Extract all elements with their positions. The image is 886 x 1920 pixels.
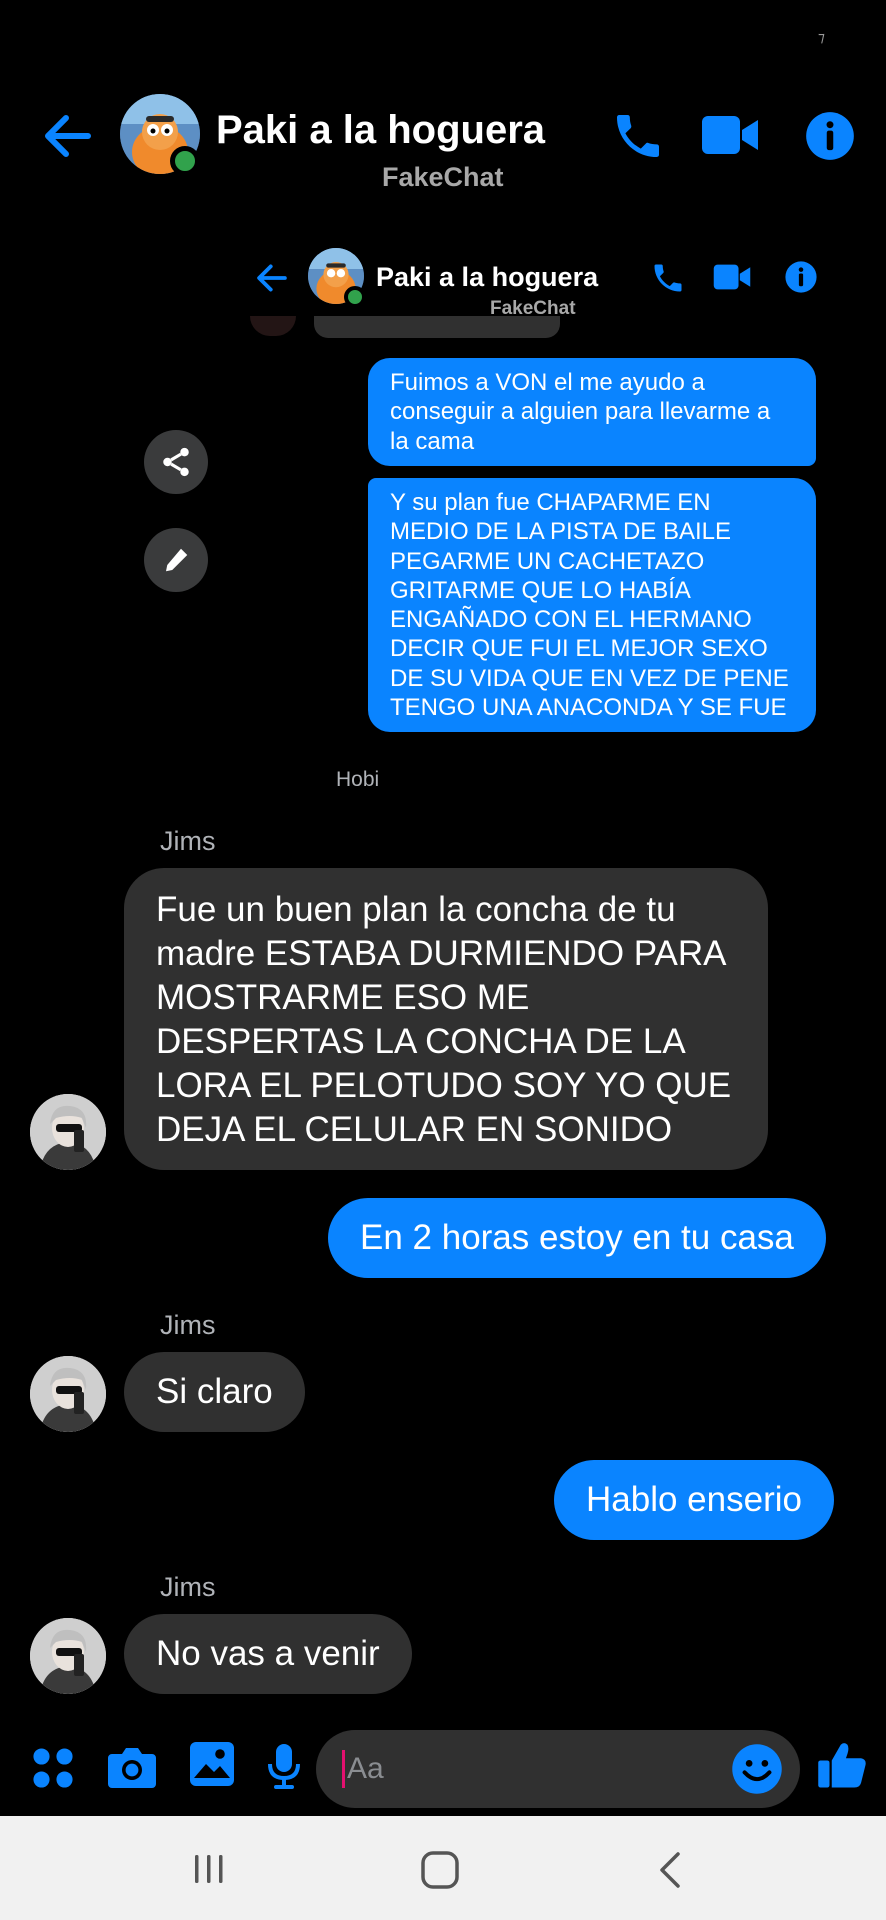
conversation-title[interactable]: Paki a la hoguera [216, 108, 545, 153]
embedded-cut-bubble [314, 316, 560, 338]
message-bubble-incoming[interactable]: Si claro [124, 1352, 305, 1432]
phone-icon [654, 264, 682, 292]
gallery-button[interactable] [188, 1740, 236, 1788]
gallery-icon [190, 1742, 234, 1786]
camera-icon [108, 1748, 156, 1788]
info-icon [806, 112, 854, 160]
share-icon [163, 447, 189, 477]
back-button[interactable] [40, 108, 96, 164]
embedded-online-dot [344, 286, 366, 308]
voice-call-button[interactable] [610, 108, 666, 164]
avatar-image [30, 1094, 106, 1170]
message-bubble-outgoing[interactable]: Hablo enserio [554, 1460, 834, 1540]
microphone-button[interactable] [266, 1742, 302, 1790]
embedded-phone [650, 260, 686, 296]
message-input-placeholder: Aa [347, 1752, 384, 1785]
share-button[interactable] [144, 430, 208, 494]
camera-button[interactable] [106, 1744, 158, 1790]
video-call-button[interactable] [700, 112, 760, 158]
sender-avatar[interactable] [30, 1356, 106, 1432]
pencil-icon [166, 548, 188, 572]
sender-name: Jims [160, 1310, 216, 1340]
sender-avatar[interactable] [30, 1094, 106, 1170]
video-camera-icon [713, 264, 751, 290]
embedded-info [784, 260, 818, 294]
microphone-icon [268, 1744, 300, 1789]
sender-name: Jims [160, 1572, 216, 1602]
video-camera-icon [702, 116, 758, 154]
message-bubble-incoming[interactable]: No vas a venir [124, 1614, 412, 1694]
avatar-image [30, 1356, 106, 1432]
conversation-subtitle: FakeChat [382, 162, 504, 192]
home-button[interactable] [420, 1850, 460, 1890]
embedded-back-arrow [254, 260, 290, 296]
embedded-caption: Hobi [336, 768, 380, 791]
message-input[interactable]: Aa [316, 1730, 800, 1808]
message-bubble-incoming[interactable]: Fue un buen plan la concha de tu madre E… [124, 868, 768, 1170]
embedded-video [712, 262, 752, 292]
recent-apps-icon [195, 1855, 223, 1883]
home-icon [421, 1851, 459, 1889]
nav-back-icon [660, 1852, 680, 1888]
avatar-image [30, 1618, 106, 1694]
emoji-icon [732, 1744, 782, 1794]
like-button[interactable] [816, 1738, 870, 1792]
info-icon [785, 261, 817, 293]
apps-icon [33, 1748, 73, 1788]
message-bubble-outgoing[interactable]: Fuimos a VON el me ayudo a conseguir a a… [368, 358, 816, 466]
system-back-button[interactable] [654, 1850, 688, 1890]
message-bubble-outgoing[interactable]: Y su plan fue CHAPARME EN MEDIO DE LA PI… [368, 478, 816, 733]
phone-icon [617, 115, 659, 157]
edit-button[interactable] [144, 528, 208, 592]
back-arrow-icon [45, 115, 91, 157]
embedded-cut-avatar [250, 316, 296, 336]
emoji-button[interactable] [730, 1742, 784, 1796]
online-status-dot [170, 146, 200, 176]
thumbs-up-icon [818, 1743, 866, 1788]
text-caret [342, 1750, 345, 1788]
apps-button[interactable] [30, 1745, 76, 1791]
message-bubble-outgoing[interactable]: En 2 horas estoy en tu casa [328, 1198, 826, 1278]
conversation-info-button[interactable] [804, 110, 856, 162]
sender-avatar[interactable] [30, 1618, 106, 1694]
sender-name: Jims [160, 826, 216, 856]
back-arrow-icon [257, 264, 287, 292]
embedded-title: Paki a la hoguera [376, 262, 599, 292]
recent-apps-button[interactable] [192, 1852, 226, 1886]
status-indicator: ⁊ [818, 30, 825, 46]
